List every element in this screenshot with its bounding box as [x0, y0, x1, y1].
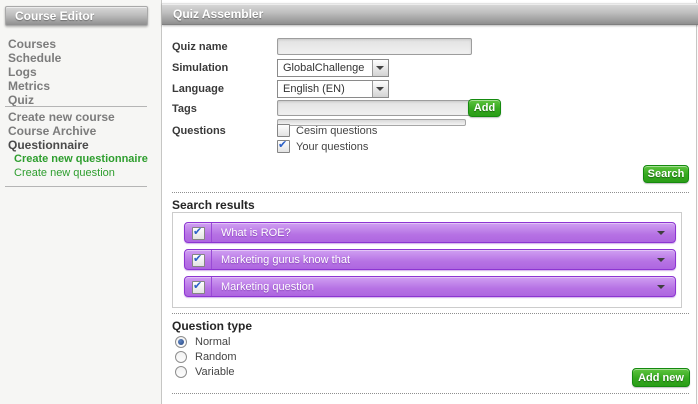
sidebar-item-schedule[interactable]: Schedule: [8, 52, 61, 65]
tags-label: Tags: [172, 103, 197, 115]
divider: [172, 393, 689, 394]
search-results-box: ✔ What is ROE? ✔ Marketing gurus know th…: [172, 212, 682, 308]
sidebar-item-questionnaire[interactable]: Questionnaire: [8, 139, 148, 152]
your-questions-label: Your questions: [296, 141, 368, 153]
expand-arrow-icon[interactable]: [657, 258, 665, 262]
question-type-heading: Question type: [172, 319, 252, 333]
question-checkbox[interactable]: ✔: [192, 227, 205, 240]
search-results-heading: Search results: [172, 198, 255, 212]
check-icon: ✔: [193, 225, 202, 238]
add-tag-button[interactable]: Add: [468, 99, 501, 117]
language-select[interactable]: English (EN): [277, 80, 389, 98]
sidebar-item-courses[interactable]: Courses: [8, 38, 61, 51]
question-title: Marketing gurus know that: [221, 254, 350, 266]
expand-arrow-icon[interactable]: [657, 231, 665, 235]
simulation-selected-value: GlobalChallenge: [283, 60, 364, 76]
question-title: Marketing question: [221, 281, 314, 293]
chevron-down-icon: [372, 60, 388, 76]
sidebar-link-create-new-question[interactable]: Create new question: [14, 167, 148, 180]
add-new-button[interactable]: Add new: [632, 368, 690, 387]
sidebar-link-create-new-questionnaire[interactable]: Create new questionnaire: [14, 153, 148, 166]
language-label: Language: [172, 83, 224, 95]
sidebar-item-course-archive[interactable]: Course Archive: [8, 125, 148, 138]
quiz-assembler-panel: Quiz Assembler Quiz name Simulation Glob…: [161, 0, 697, 404]
question-type-label-variable: Variable: [195, 366, 235, 378]
language-selected-value: English (EN): [283, 81, 345, 97]
question-checkbox[interactable]: ✔: [192, 281, 205, 294]
question-row[interactable]: ✔ What is ROE?: [184, 222, 676, 243]
questions-label: Questions: [172, 125, 226, 137]
sidebar-item-metrics[interactable]: Metrics: [8, 80, 61, 93]
question-title: What is ROE?: [221, 227, 291, 239]
sidebar-nav: Courses Schedule Logs Metrics Quiz: [8, 38, 61, 108]
question-row[interactable]: ✔ Marketing question: [184, 276, 676, 297]
question-type-label-random: Random: [195, 351, 237, 363]
divider: [172, 313, 689, 314]
cesim-questions-checkbox[interactable]: ✔: [277, 124, 290, 137]
your-questions-checkbox[interactable]: ✔: [277, 140, 290, 153]
check-icon: ✔: [278, 138, 287, 151]
check-icon: ✔: [193, 252, 202, 265]
question-checkbox[interactable]: ✔: [192, 254, 205, 267]
cesim-questions-label: Cesim questions: [296, 125, 377, 137]
question-type-label-normal: Normal: [195, 336, 230, 348]
sidebar-item-logs[interactable]: Logs: [8, 66, 61, 79]
question-type-radio-variable[interactable]: [175, 366, 187, 378]
question-row[interactable]: ✔ Marketing gurus know that: [184, 249, 676, 270]
chevron-down-icon: [372, 81, 388, 97]
simulation-label: Simulation: [172, 62, 228, 74]
tags-input[interactable]: [277, 100, 472, 116]
check-icon: ✔: [193, 279, 202, 292]
page: Course Editor Courses Schedule Logs Metr…: [0, 0, 698, 404]
simulation-select[interactable]: GlobalChallenge: [277, 59, 389, 77]
quiz-name-input[interactable]: [277, 38, 472, 55]
sidebar-divider: [5, 186, 147, 187]
quiz-name-label: Quiz name: [172, 41, 228, 53]
expand-arrow-icon[interactable]: [657, 285, 665, 289]
sidebar: Course Editor Courses Schedule Logs Metr…: [0, 0, 161, 404]
page-title: Quiz Assembler: [162, 3, 698, 25]
sidebar-nav-secondary: Create new course Course Archive Questio…: [8, 111, 148, 181]
sidebar-divider: [5, 106, 147, 107]
sidebar-title: Course Editor: [5, 6, 148, 26]
search-button[interactable]: Search: [643, 165, 689, 183]
question-type-radio-normal[interactable]: [175, 336, 187, 348]
sidebar-item-create-new-course[interactable]: Create new course: [8, 111, 148, 124]
divider: [172, 192, 689, 193]
question-type-radio-random[interactable]: [175, 351, 187, 363]
